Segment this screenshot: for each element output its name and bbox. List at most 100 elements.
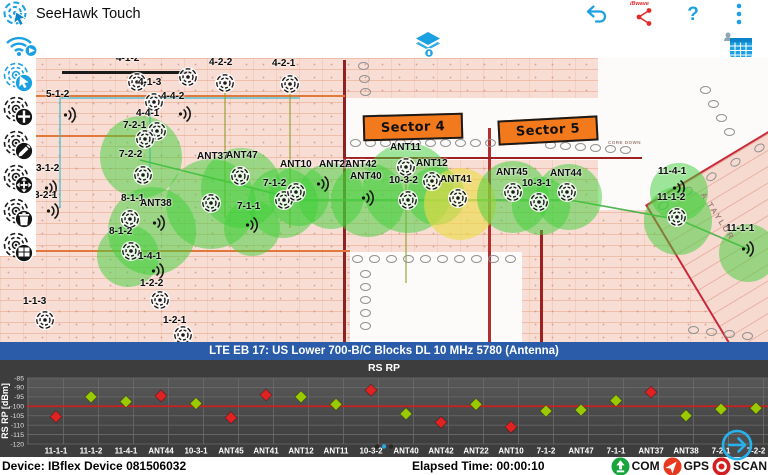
y-tick--90: -90 xyxy=(14,385,24,392)
com-upload-icon xyxy=(611,457,630,475)
x-tick-11-4-1: 11-4-1 xyxy=(115,447,138,456)
y-tick--100: -100 xyxy=(10,404,24,411)
tool-antenna-table-button[interactable] xyxy=(3,232,34,263)
antenna-icon-4-1-2[interactable] xyxy=(126,71,148,93)
device-label: Device: IBflex Device 081506032 xyxy=(2,459,187,473)
antenna-icon-4-2-1[interactable] xyxy=(279,73,301,95)
overflow-menu-icon xyxy=(736,3,742,24)
x-tick-ANT12: ANT12 xyxy=(288,447,314,456)
antenna-icon-ANT38[interactable] xyxy=(148,213,170,235)
antenna-icon-ANT11[interactable] xyxy=(395,156,417,178)
app-logo-icon xyxy=(3,1,31,29)
x-tick-ANT37: ANT37 xyxy=(638,447,664,456)
antenna-icon-7-2-1[interactable] xyxy=(134,128,156,150)
report-button[interactable] xyxy=(720,31,754,61)
undo-button[interactable] xyxy=(580,0,614,30)
app-bar: SeeHawk Touch iBwave ? xyxy=(0,0,768,31)
x-tick-ANT10: ANT10 xyxy=(498,447,524,456)
antenna-icon-8-1-1[interactable] xyxy=(119,208,141,230)
wall xyxy=(488,128,491,342)
antenna-icon-ANT44[interactable] xyxy=(556,181,578,203)
antenna-icon-ANT42[interactable] xyxy=(357,188,379,210)
wifi-live-icon xyxy=(6,36,38,58)
chart-next-page-button[interactable] xyxy=(720,428,754,462)
antenna-icon-4-4-2[interactable] xyxy=(174,104,196,126)
share-icon xyxy=(636,8,652,26)
wall xyxy=(343,60,346,342)
antenna-icon-8-1-2[interactable] xyxy=(120,240,142,262)
app-title: SeeHawk Touch xyxy=(36,6,141,22)
help-icon: ? xyxy=(687,4,699,25)
antenna-icon-7-1-1[interactable] xyxy=(241,215,263,237)
tool-delete-antenna-button[interactable] xyxy=(3,198,34,229)
gps-navigation-icon xyxy=(663,457,682,475)
live-measurement-button[interactable] xyxy=(5,33,39,60)
tool-add-antenna-button[interactable] xyxy=(3,96,34,127)
antenna-icon-1-4-1[interactable] xyxy=(147,261,169,283)
column-marker xyxy=(752,141,767,155)
x-tick-11-1-1: 11-1-1 xyxy=(45,447,68,456)
antenna-icon-ANT12[interactable] xyxy=(421,170,443,192)
antenna-icon-1-2-2[interactable] xyxy=(149,289,171,311)
ibwave-share-button[interactable]: iBwave xyxy=(628,0,662,30)
layers-button[interactable] xyxy=(415,31,441,61)
x-tick-10-3-1: 10-3-1 xyxy=(184,447,208,456)
rsrp-chart[interactable]: -85 -90 -95 -100 -105 -110 -115 -120 11-1-1 11-1-… xyxy=(0,360,768,457)
measurement-banner: LTE EB 17: US Lower 700-B/C Blocks DL 10… xyxy=(0,342,768,360)
ibwave-badge: iBwave xyxy=(630,1,649,7)
wall xyxy=(540,230,543,342)
antenna-icon-4-1-3[interactable] xyxy=(143,91,165,113)
chart-page-dot-0[interactable] xyxy=(374,444,380,449)
antenna-icon-ANT37[interactable] xyxy=(200,192,222,214)
x-tick-ANT45: ANT45 xyxy=(218,447,244,456)
antenna-icon-3-1-2[interactable] xyxy=(40,178,62,200)
rsrp-chart-panel: -85 -90 -95 -100 -105 -110 -115 -120 11-1-1 11-1-… xyxy=(0,360,768,457)
overflow-menu-button[interactable] xyxy=(722,0,756,30)
antenna-icon-11-1-1[interactable] xyxy=(737,239,759,261)
y-tick--115: -115 xyxy=(11,432,24,439)
antenna-icon-1-1-3[interactable] xyxy=(34,309,56,331)
x-tick-ANT38: ANT38 xyxy=(673,447,699,456)
antenna-icon-ANT41[interactable] xyxy=(447,187,469,209)
next-arrow-icon xyxy=(721,429,753,461)
report-calendar-icon xyxy=(724,32,752,57)
x-tick-7-1-2: 7-1-2 xyxy=(537,447,556,456)
chart-page-dot-1[interactable] xyxy=(381,444,387,449)
tool-move-antenna-button[interactable] xyxy=(3,164,34,195)
antenna-icon-ANT45[interactable] xyxy=(502,181,524,203)
gps-indicator[interactable]: GPS xyxy=(663,457,709,475)
chart-title: RS RP xyxy=(368,362,400,374)
y-tick--95: -95 xyxy=(14,394,24,401)
x-tick-7-1-1: 7-1-1 xyxy=(607,447,626,456)
map-toolbar xyxy=(0,30,768,61)
elapsed-time-label: Elapsed Time: 00:00:10 xyxy=(412,459,545,473)
help-button[interactable]: ? xyxy=(676,0,710,30)
antenna-icon-10-3-1[interactable] xyxy=(528,191,550,213)
y-tick--105: -105 xyxy=(10,413,24,420)
y-axis-label: RS RP [dBm] xyxy=(0,383,10,439)
antenna-icon-ANT47[interactable] xyxy=(229,165,251,187)
x-tick-11-1-2: 11-1-2 xyxy=(80,447,103,456)
antenna-icon-11-4-1[interactable] xyxy=(668,178,690,200)
wall xyxy=(346,157,642,159)
antenna-icon-4-2-2[interactable] xyxy=(214,72,236,94)
com-indicator[interactable]: COM xyxy=(611,457,660,475)
antenna-icon-7-2-2[interactable] xyxy=(132,164,154,186)
chart-page-dot-2[interactable] xyxy=(388,444,394,449)
antenna-icon-unlabeled[interactable] xyxy=(177,66,199,88)
antenna-icon-3-2-1[interactable] xyxy=(42,201,64,223)
antenna-icon-11-1-2[interactable] xyxy=(666,206,688,228)
layers-icon xyxy=(416,32,440,59)
plot-area xyxy=(27,378,768,444)
y-tick--110: -110 xyxy=(11,422,24,429)
wall xyxy=(0,250,350,252)
antenna-icon-10-3-2[interactable] xyxy=(397,189,419,211)
antenna-icon-ANT22[interactable] xyxy=(312,174,334,196)
antenna-icon-5-1-2[interactable] xyxy=(59,105,81,127)
antenna-icon-ANT10[interactable] xyxy=(285,181,307,203)
column-marker xyxy=(704,170,719,184)
status-bar: Device: IBflex Device 081506032 Elapsed … xyxy=(0,457,768,475)
tool-select-antenna-button[interactable] xyxy=(3,62,34,93)
x-tick-10-3-2: 10-3-2 xyxy=(359,447,383,456)
tool-edit-antenna-button[interactable] xyxy=(3,130,34,161)
